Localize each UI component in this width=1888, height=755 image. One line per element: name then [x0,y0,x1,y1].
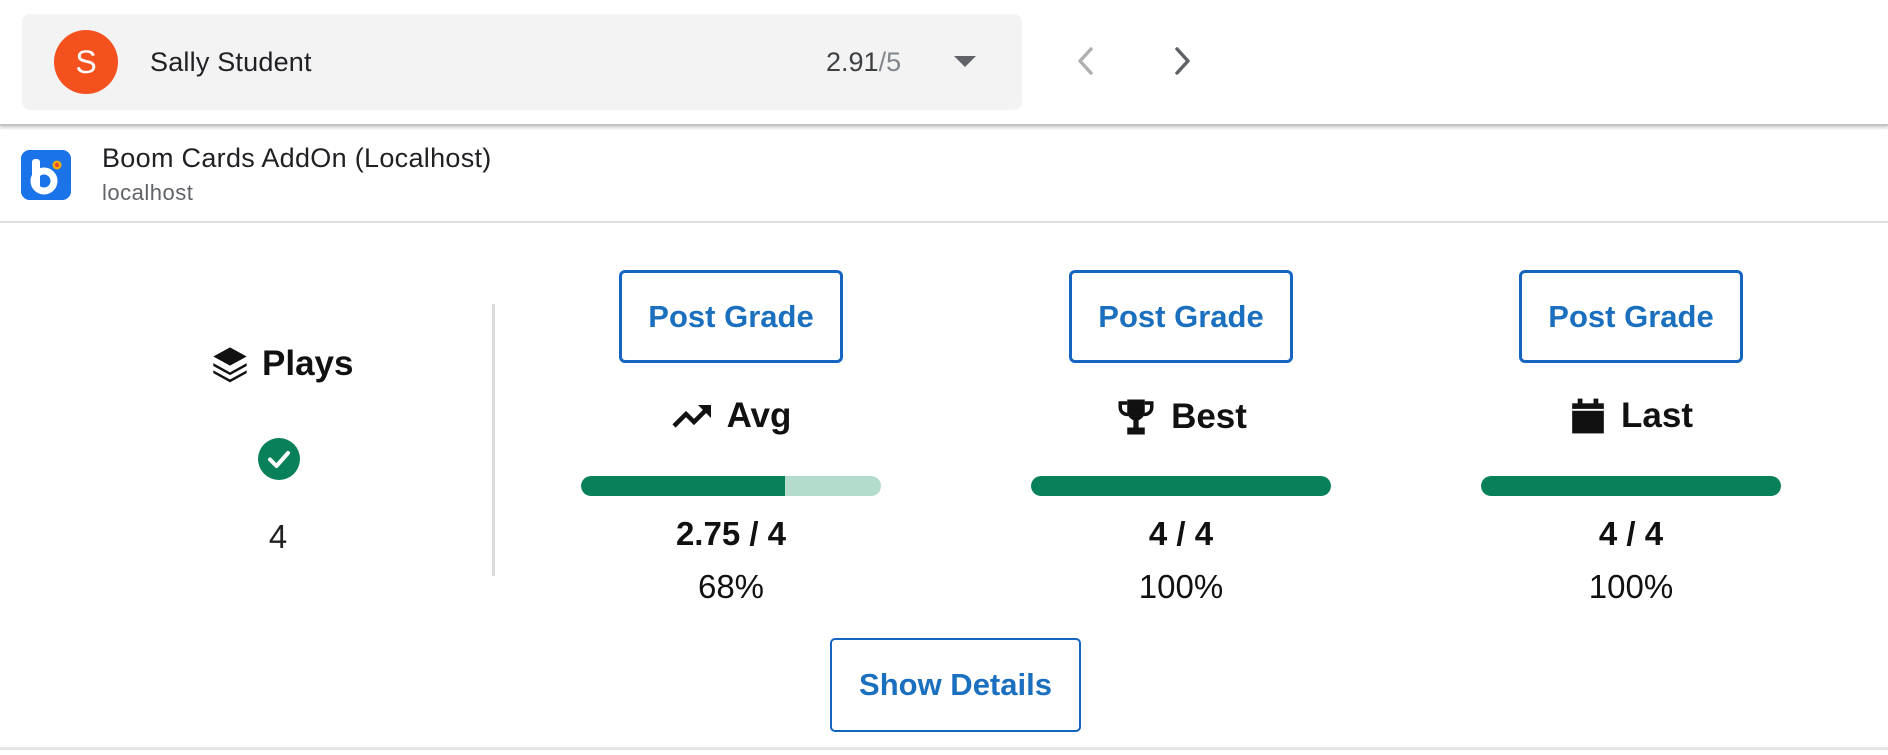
post-grade-best-button[interactable]: Post Grade [1069,270,1293,363]
boom-cards-logo [21,150,71,200]
next-student-button[interactable] [1164,36,1200,86]
metric-last-score: 4 / 4 [1598,515,1664,552]
layers-icon [213,347,247,383]
post-grade-last-button[interactable]: Post Grade [1519,270,1743,363]
grade-max: 5 [886,47,902,77]
trophy-icon [1118,399,1154,435]
student-name: Sally Student [150,47,312,77]
plays-summary: Plays 4 [178,338,378,568]
calendar-icon [1572,398,1604,434]
progress-bar [1031,476,1331,496]
previous-student-button[interactable] [1068,36,1104,86]
metric-best-score: 4 / 4 [1148,515,1214,552]
divider [0,747,1888,750]
plays-count: 4 [268,518,288,555]
addon-title: Boom Cards AddOn (Localhost) [102,143,492,173]
metric-last-label: Last [1621,396,1693,435]
student-selector[interactable]: S Sally Student 2.91/5 [22,14,1022,110]
progress-bar-fill [581,476,785,496]
grade-separator: / [878,47,887,77]
student-toolbar: S Sally Student 2.91/5 [0,0,1888,126]
metric-avg-percent: 68% [697,568,765,605]
metric-best-heading: Best [1026,396,1336,438]
metric-best-label: Best [1171,397,1247,436]
metric-avg-label: Avg [726,396,792,435]
divider [492,304,495,576]
metric-last-heading: Last [1476,396,1786,436]
arrow-drop-down-icon[interactable] [954,56,976,67]
show-details-button[interactable]: Show Details [830,638,1081,732]
plays-heading: Plays [210,344,353,384]
metric-avg-score: 2.75 / 4 [675,515,787,552]
chevron-left-icon [1078,47,1093,75]
metric-best: Post Grade Best 4 / 4 100% [1026,270,1336,610]
check-circle-icon [258,438,300,480]
post-grade-avg-button[interactable]: Post Grade [619,270,843,363]
progress-bar-fill [1031,476,1331,496]
metric-avg-heading: Avg [576,396,886,436]
progress-bar-fill [1481,476,1781,496]
metric-best-percent: 100% [1138,568,1224,605]
addon-header: Boom Cards AddOn (Localhost) localhost [0,128,1888,223]
metric-last: Post Grade Last 4 / 4 100% [1476,270,1786,610]
overall-grade: 2.91/5 [826,47,901,78]
addon-subtitle: localhost [102,180,194,205]
progress-bar [581,476,881,496]
chevron-right-icon [1175,47,1190,75]
metric-avg: Post Grade Avg 2.75 / 4 68% [576,270,886,610]
avatar: S [54,30,118,94]
grade-value: 2.91 [826,47,879,77]
trending-up-icon [671,405,711,428]
plays-label: Plays [262,344,354,383]
progress-bar [1481,476,1781,496]
metric-last-percent: 100% [1588,568,1674,605]
